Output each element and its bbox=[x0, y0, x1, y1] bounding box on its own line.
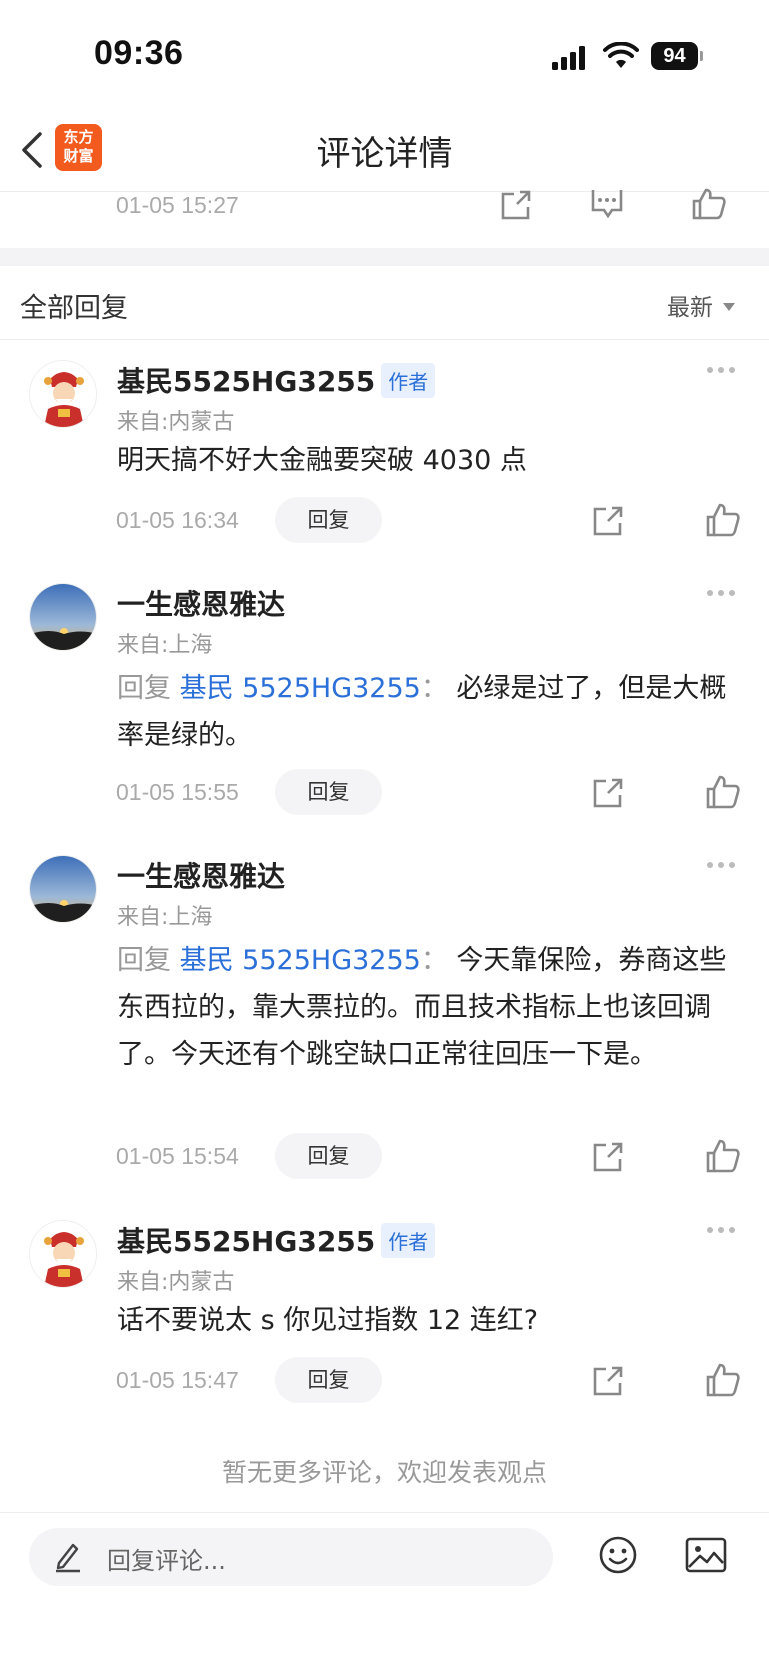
comment-time: 01-05 15:27 bbox=[116, 192, 239, 218]
section-divider bbox=[0, 248, 769, 266]
avatar[interactable] bbox=[29, 583, 97, 651]
reply-prefix: 回复 bbox=[117, 673, 171, 704]
comment-time: 01-05 16:34 bbox=[116, 507, 239, 533]
name-row: 一生感恩雅达 bbox=[117, 855, 285, 895]
name-row: 基民5525HG3255 作者 bbox=[117, 360, 436, 400]
avatar[interactable] bbox=[29, 360, 97, 428]
reply-button[interactable]: 回复 bbox=[275, 497, 382, 543]
page-title: 评论详情 bbox=[316, 134, 453, 174]
caishen-avatar-icon bbox=[30, 1221, 96, 1287]
more-options-icon[interactable] bbox=[706, 1226, 736, 1234]
user-name[interactable]: 一生感恩雅达 bbox=[117, 860, 285, 893]
name-row: 基民5525HG3255 作者 bbox=[117, 1220, 436, 1260]
like-icon[interactable] bbox=[706, 1139, 740, 1173]
avatar[interactable] bbox=[29, 855, 97, 923]
comment-item: 基民5525HG3255 作者 来自:内蒙古 话不要说太 s 你见过指数 12 连… bbox=[0, 1220, 769, 1403]
comment-footer: 01-05 15:54 回复 bbox=[0, 1133, 769, 1181]
reply-button[interactable]: 回复 bbox=[275, 1357, 382, 1403]
share-icon[interactable] bbox=[592, 777, 624, 809]
replies-header: 全部回复 最新 bbox=[0, 266, 769, 340]
wifi-icon bbox=[603, 42, 639, 68]
parent-comment-footer: 01-05 15:27 bbox=[0, 188, 769, 248]
nav-bar: 评论详情 东方 财富 bbox=[0, 110, 769, 192]
reply-target-link[interactable]: 基民 5525HG3255 bbox=[180, 945, 421, 976]
user-location: 来自:上海 bbox=[117, 905, 213, 930]
more-options-icon[interactable] bbox=[706, 589, 736, 597]
reply-button[interactable]: 回复 bbox=[275, 769, 382, 815]
reply-prefix: 回复 bbox=[117, 945, 171, 976]
user-location: 来自:内蒙古 bbox=[117, 1270, 235, 1295]
status-bar: 09:36 94 bbox=[0, 0, 769, 110]
comment-time: 01-05 15:54 bbox=[116, 1143, 239, 1169]
like-icon[interactable] bbox=[706, 775, 740, 809]
status-time: 09:36 bbox=[94, 34, 184, 72]
like-icon[interactable] bbox=[706, 1363, 740, 1397]
emoji-icon[interactable] bbox=[598, 1535, 638, 1575]
comment-content: 明天搞不好大金融要突破 4030 点 bbox=[117, 445, 527, 476]
reply-button[interactable]: 回复 bbox=[275, 1133, 382, 1179]
bottom-bar: 回复评论... bbox=[0, 1512, 769, 1665]
pencil-icon bbox=[56, 1543, 80, 1573]
user-name[interactable]: 基民5525HG3255 bbox=[117, 1225, 375, 1258]
comment-item: 基民5525HG3255 作者 来自:内蒙古 明天搞不好大金融要突破 4030 点… bbox=[0, 360, 769, 543]
comment-content: 话不要说太 s 你见过指数 12 连红? bbox=[117, 1305, 539, 1336]
reply-target-link[interactable]: 基民 5525HG3255 bbox=[180, 673, 421, 704]
comment-footer: 01-05 15:47 回复 bbox=[0, 1357, 769, 1405]
author-badge: 作者 bbox=[381, 1222, 436, 1258]
battery-level: 94 bbox=[651, 42, 698, 70]
user-location: 来自:内蒙古 bbox=[117, 410, 235, 435]
battery-icon: 94 bbox=[651, 42, 703, 70]
comment-time: 01-05 15:55 bbox=[116, 779, 239, 805]
like-icon[interactable] bbox=[692, 188, 726, 220]
chevron-down-icon bbox=[723, 302, 735, 311]
no-more-comments: 暂无更多评论，欢迎发表观点 bbox=[221, 1458, 547, 1487]
comment-content: 回复 基民 5525HG3255： 必绿是过了，但是大概率是绿的。 bbox=[117, 673, 727, 751]
sort-dropdown[interactable]: 最新 bbox=[667, 288, 735, 322]
sort-label: 最新 bbox=[667, 295, 713, 321]
comment-item: 一生感恩雅达 来自:上海 回复 基民 5525HG3255： 必绿是过了，但是大… bbox=[0, 583, 769, 815]
comment-time: 01-05 15:47 bbox=[116, 1367, 239, 1393]
more-options-icon[interactable] bbox=[706, 861, 736, 869]
comment-footer: 01-05 16:34 回复 bbox=[0, 497, 769, 545]
share-icon[interactable] bbox=[592, 1141, 624, 1173]
avatar[interactable] bbox=[29, 1220, 97, 1288]
share-icon[interactable] bbox=[500, 190, 532, 220]
user-name[interactable]: 一生感恩雅达 bbox=[117, 588, 285, 621]
reply-input-placeholder: 回复评论... bbox=[107, 1547, 226, 1575]
back-button[interactable] bbox=[14, 128, 50, 172]
replies-title: 全部回复 bbox=[20, 293, 128, 324]
reply-input[interactable]: 回复评论... bbox=[29, 1528, 553, 1586]
app-logo: 东方 财富 bbox=[55, 124, 102, 171]
more-options-icon[interactable] bbox=[706, 366, 736, 374]
user-name[interactable]: 基民5525HG3255 bbox=[117, 365, 375, 398]
image-icon[interactable] bbox=[685, 1537, 727, 1573]
like-icon[interactable] bbox=[706, 503, 740, 537]
sunset-avatar-icon bbox=[30, 584, 96, 650]
comment-item: 一生感恩雅达 来自:上海 回复 基民 5525HG3255： 今天靠保险，券商这… bbox=[0, 855, 769, 1185]
comment-footer: 01-05 15:55 回复 bbox=[0, 769, 769, 817]
name-row: 一生感恩雅达 bbox=[117, 583, 285, 623]
signal-icon bbox=[552, 46, 585, 70]
share-icon[interactable] bbox=[592, 1365, 624, 1397]
share-icon[interactable] bbox=[592, 505, 624, 537]
sunset-avatar-icon bbox=[30, 856, 96, 922]
caishen-avatar-icon bbox=[30, 361, 96, 427]
comment-content: 回复 基民 5525HG3255： 今天靠保险，券商这些东西拉的，靠大票拉的。而… bbox=[117, 945, 727, 1070]
user-location: 来自:上海 bbox=[117, 633, 213, 658]
author-badge: 作者 bbox=[381, 362, 436, 398]
comment-icon[interactable] bbox=[590, 190, 624, 218]
